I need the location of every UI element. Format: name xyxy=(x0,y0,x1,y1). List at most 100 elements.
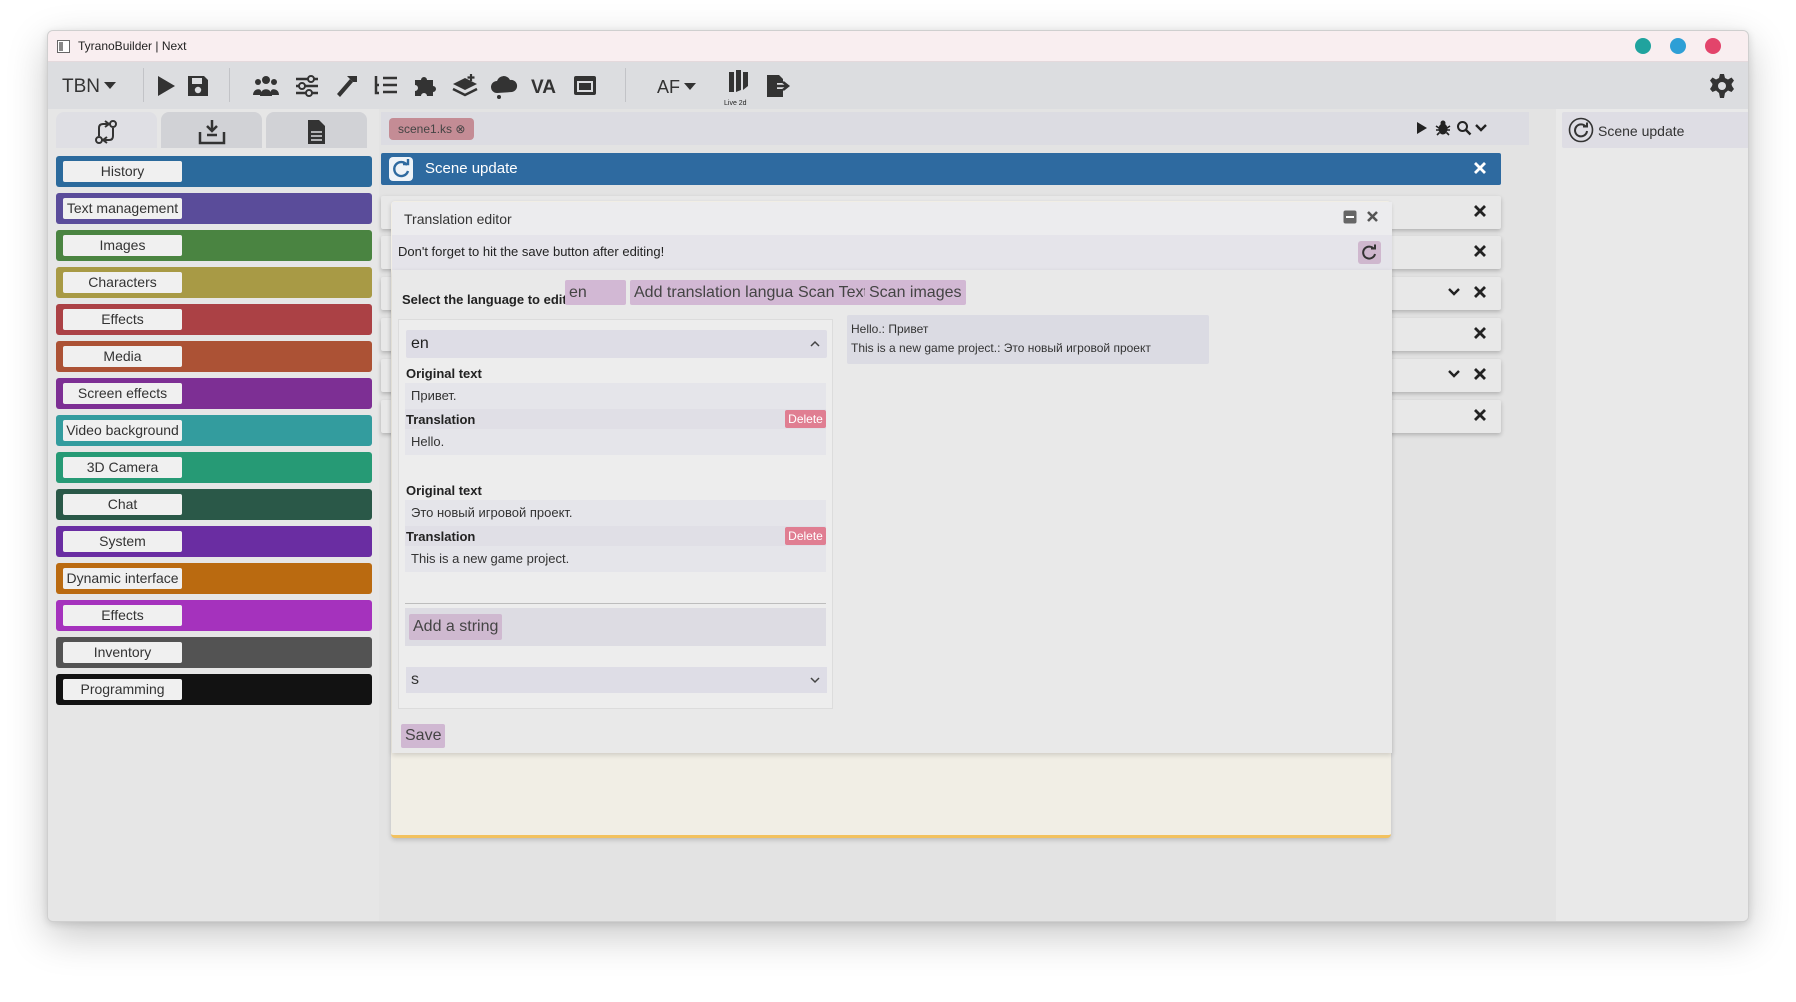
command-palette: History Text management Images Characters Ef… xyxy=(48,109,379,921)
palette-category[interactable]: Screen effects xyxy=(56,378,372,409)
close-icon[interactable] xyxy=(1473,326,1487,340)
translation-list-panel: en Original text Привет. Translation Del… xyxy=(398,319,833,709)
close-tab-icon[interactable]: ⊗ xyxy=(455,122,465,136)
caret-down-icon xyxy=(684,83,697,90)
caret-down-icon xyxy=(104,82,116,89)
tab-import[interactable] xyxy=(161,112,262,148)
close-button[interactable] xyxy=(1705,38,1721,54)
cloud-icon[interactable] xyxy=(490,72,518,100)
palette-category-label: Screen effects xyxy=(63,383,182,404)
palette-category-label: Text management xyxy=(63,198,182,219)
translation-editor-header: Translation editor xyxy=(392,202,1392,235)
minimize-icon[interactable] xyxy=(1343,210,1357,224)
close-icon[interactable] xyxy=(1473,367,1487,381)
palette-category[interactable]: Text management xyxy=(56,193,372,224)
palette-category[interactable]: Effects xyxy=(56,600,372,631)
close-icon[interactable] xyxy=(1473,408,1487,422)
tab-scene-flow[interactable] xyxy=(56,112,157,148)
chevron-down-icon xyxy=(810,677,820,684)
palette-category-label: Programming xyxy=(63,679,182,700)
close-icon[interactable] xyxy=(1473,285,1487,299)
palette-category[interactable]: Effects xyxy=(56,304,372,335)
af-menu-label: AF xyxy=(657,77,681,97)
hammer-icon[interactable] xyxy=(333,72,361,100)
minimize-button[interactable] xyxy=(1635,38,1651,54)
string-type-select[interactable]: s xyxy=(406,667,827,693)
palette-category[interactable]: Chat xyxy=(56,489,372,520)
palette-category[interactable]: Images xyxy=(56,230,372,261)
tbn-menu[interactable]: TBN xyxy=(62,76,116,98)
live2d-icon[interactable] xyxy=(724,68,752,96)
scan-text-button[interactable]: Scan Text xyxy=(794,280,872,305)
translation-preview: Hello.: Привет This is a new game projec… xyxy=(847,315,1209,364)
chevron-down-icon[interactable] xyxy=(1474,120,1488,136)
maximize-button[interactable] xyxy=(1670,38,1686,54)
scene-update-label: Scene update xyxy=(1598,123,1685,139)
refresh-button[interactable] xyxy=(1358,241,1381,264)
original-text-value[interactable]: Это новый игровой проект. xyxy=(405,500,826,526)
refresh-icon xyxy=(1362,244,1376,260)
divider xyxy=(405,603,826,604)
scene-flow-icon xyxy=(95,120,117,144)
va-icon[interactable]: VA xyxy=(530,72,564,100)
scan-images-button[interactable]: Scan images xyxy=(865,280,966,305)
delete-button[interactable]: Delete xyxy=(785,410,826,428)
palette-category[interactable]: History xyxy=(56,156,372,187)
toolbar-separator xyxy=(229,68,230,102)
scene-update-item[interactable]: Scene update xyxy=(1562,112,1748,148)
play-icon[interactable] xyxy=(1415,120,1429,136)
characters-icon[interactable] xyxy=(252,72,280,100)
select-language-label: Select the language to edit: xyxy=(402,292,572,307)
palette-category[interactable]: Inventory xyxy=(56,637,372,668)
app-icon xyxy=(57,40,70,53)
palette-category[interactable]: Characters xyxy=(56,267,372,298)
af-menu[interactable]: AF xyxy=(657,77,697,98)
palette-category-label: Characters xyxy=(63,272,182,293)
plugin-icon[interactable] xyxy=(411,72,439,100)
palette-category-label: System xyxy=(63,531,182,552)
window-icon[interactable] xyxy=(571,72,599,100)
close-icon[interactable] xyxy=(1473,244,1487,258)
select-value: s xyxy=(411,671,419,688)
layers-icon[interactable] xyxy=(451,72,479,100)
palette-category-label: Inventory xyxy=(63,642,182,663)
close-icon[interactable] xyxy=(1366,210,1379,223)
add-translation-language-button[interactable]: Add translation language xyxy=(630,280,816,305)
export-icon[interactable] xyxy=(763,72,791,100)
gear-icon[interactable] xyxy=(1708,72,1736,100)
scene-update-bar[interactable]: Scene update xyxy=(381,153,1501,185)
chevron-down-icon[interactable] xyxy=(1447,286,1461,298)
preview-line: This is a new game project.: Это новый и… xyxy=(851,341,1151,355)
palette-category[interactable]: Programming xyxy=(56,674,372,705)
close-icon[interactable] xyxy=(1473,204,1487,218)
list-icon[interactable] xyxy=(372,72,400,100)
save-button[interactable]: Save xyxy=(401,724,446,748)
main-toolbar: TBN VA AF Live 2d xyxy=(48,62,1748,109)
palette-category[interactable]: Video background xyxy=(56,415,372,446)
translation-label: Translation xyxy=(406,529,476,544)
settings-sliders-icon[interactable] xyxy=(293,72,321,100)
translation-input[interactable]: This is a new game project. xyxy=(405,546,826,572)
chevron-down-icon[interactable] xyxy=(1447,368,1461,380)
original-text-value[interactable]: Привет. xyxy=(405,383,826,409)
palette-category-label: Dynamic interface xyxy=(63,568,182,589)
delete-button[interactable]: Delete xyxy=(785,527,826,545)
palette-category[interactable]: System xyxy=(56,526,372,557)
palette-category[interactable]: Dynamic interface xyxy=(56,563,372,594)
import-icon xyxy=(198,120,226,145)
add-string-row: Add a string xyxy=(405,608,826,646)
file-tab-scene1[interactable]: scene1.ks ⊗ xyxy=(389,118,475,140)
palette-category[interactable]: 3D Camera xyxy=(56,452,372,483)
add-string-button[interactable]: Add a string xyxy=(409,614,503,640)
save-icon[interactable] xyxy=(184,72,212,100)
close-icon[interactable] xyxy=(1473,161,1487,175)
bug-icon[interactable] xyxy=(1435,120,1451,136)
palette-category[interactable]: Media xyxy=(56,341,372,372)
translation-input[interactable]: Hello. xyxy=(405,429,826,455)
language-select[interactable]: en xyxy=(565,280,626,305)
palette-category-label: Effects xyxy=(63,309,182,330)
language-accordion-header[interactable]: en xyxy=(406,330,827,358)
play-icon[interactable] xyxy=(152,72,180,100)
search-icon[interactable] xyxy=(1456,120,1472,136)
tab-file[interactable] xyxy=(266,112,367,148)
